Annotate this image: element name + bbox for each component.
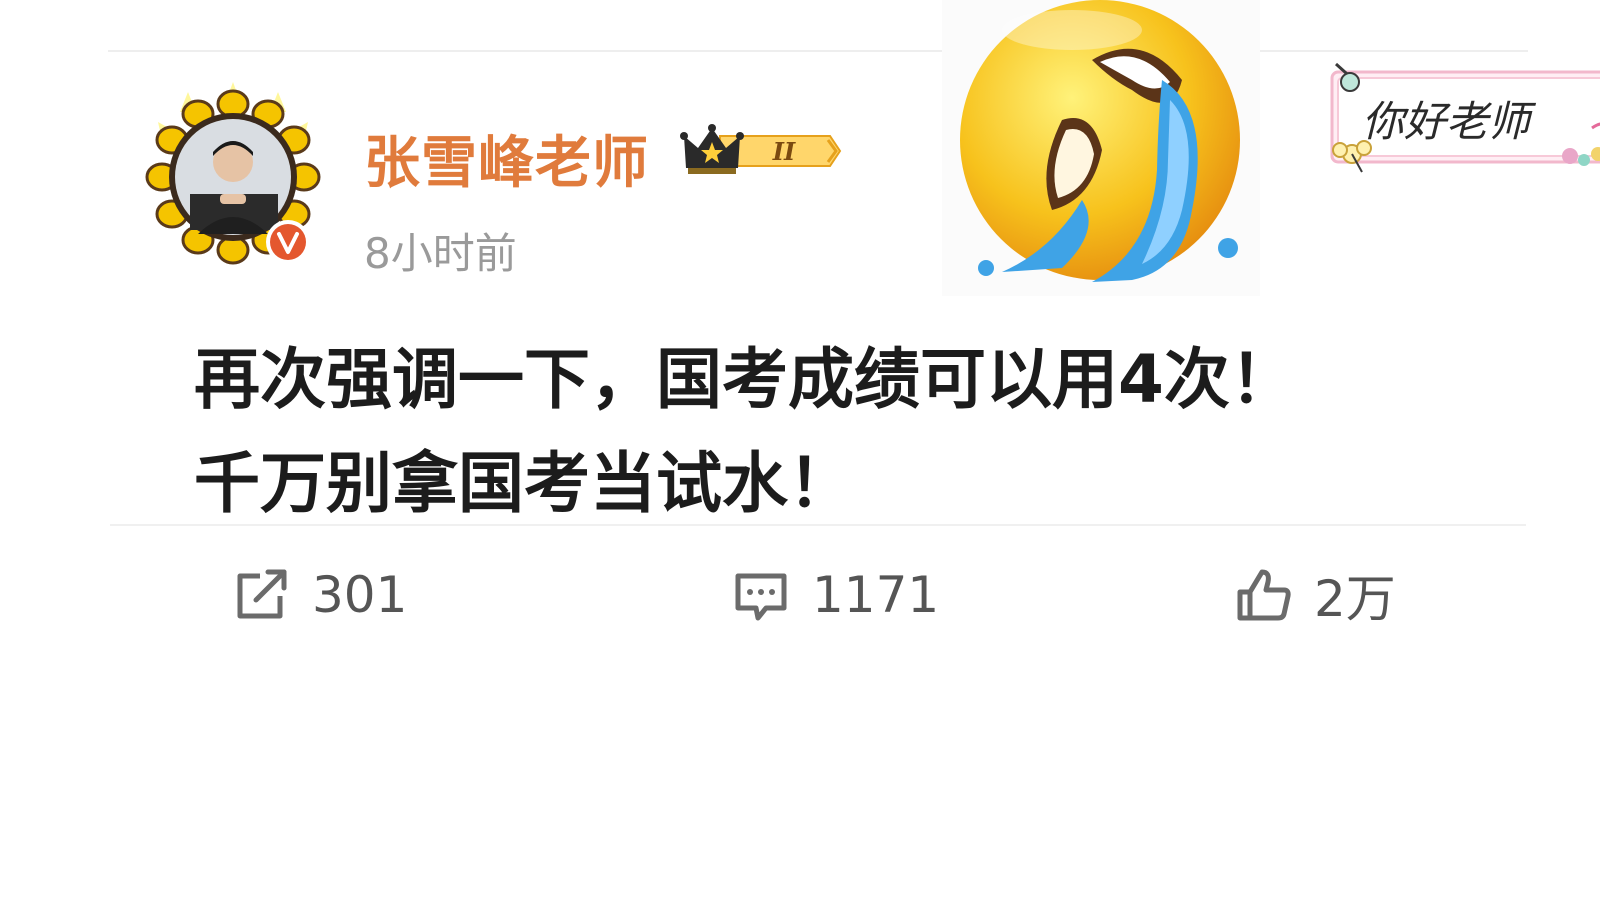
crying-laughing-emoji-sticker bbox=[942, 0, 1260, 296]
repost-button[interactable]: 301 bbox=[232, 560, 407, 630]
avatar[interactable] bbox=[138, 82, 328, 272]
verified-v-icon bbox=[270, 224, 306, 260]
post-timestamp: 8小时前 bbox=[364, 229, 517, 278]
post-content-line-2: 千万别拿国考当试水！ bbox=[194, 445, 854, 522]
hello-teacher-text: 你好老师 bbox=[1362, 97, 1531, 146]
action-bar-divider bbox=[110, 524, 1526, 526]
hello-teacher-sticker: 你好老师 bbox=[1322, 58, 1600, 176]
top-divider bbox=[108, 50, 1528, 52]
post-content-line-1: 再次强调一下，国考成绩可以用4次！ bbox=[194, 341, 1296, 418]
comment-count: 1171 bbox=[812, 566, 940, 624]
comment-icon bbox=[735, 573, 787, 621]
author-name[interactable]: 张雪峰老师 bbox=[364, 118, 649, 199]
like-button[interactable]: 2万 bbox=[1234, 560, 1396, 630]
crying-laughing-emoji-icon bbox=[960, 0, 1240, 282]
vip-level-badge[interactable]: II bbox=[680, 122, 842, 180]
like-count: 2万 bbox=[1314, 570, 1396, 628]
post-content: 再次强调一下，国考成绩可以用4次！ 千万别拿国考当试水！ bbox=[194, 328, 1394, 536]
crown-icon bbox=[680, 124, 744, 174]
comment-button[interactable]: 1171 bbox=[732, 560, 939, 630]
sunflower-avatar-frame-icon bbox=[145, 82, 321, 265]
repost-count: 301 bbox=[312, 566, 408, 624]
vip-level-text: II bbox=[772, 137, 796, 166]
share-icon bbox=[237, 569, 287, 619]
thumbs-up-icon bbox=[1237, 569, 1291, 621]
